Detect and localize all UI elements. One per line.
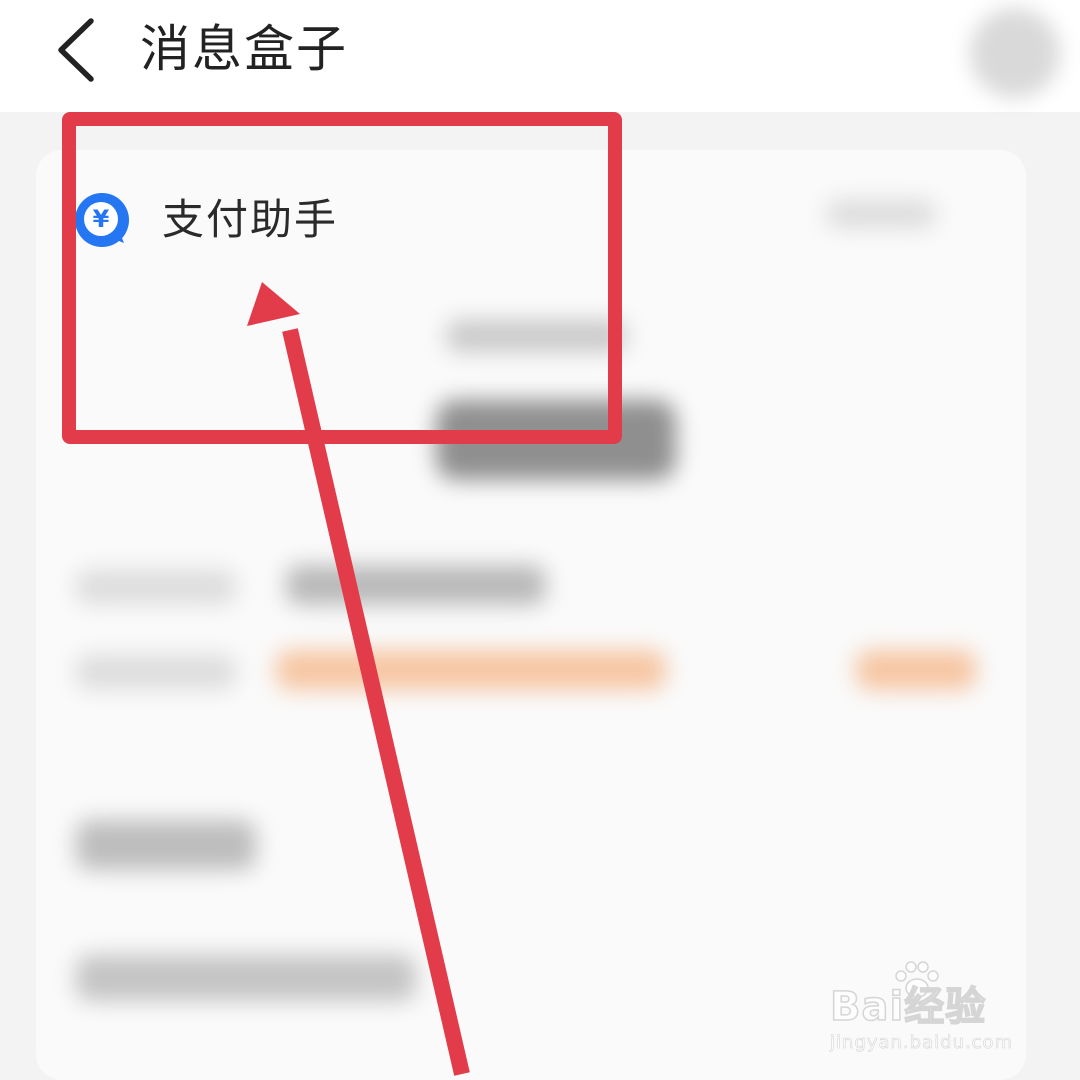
watermark-url: jingyan.baidu.com (830, 1032, 1014, 1054)
annotation-arrow (247, 282, 470, 1076)
watermark-brand: Bai经验 (829, 983, 987, 1031)
watermark: Bai经验 jingyan.baidu.com (829, 960, 1040, 1060)
